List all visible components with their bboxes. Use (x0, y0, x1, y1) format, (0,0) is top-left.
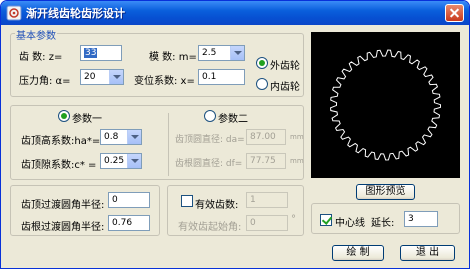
shift-coefficient-label: 变位系数: x= (134, 76, 195, 87)
basic-params-title: 基本参数 (15, 27, 57, 42)
addendum-coefficient-select[interactable]: 0.8 (100, 129, 142, 145)
addendum-coefficient-label: 齿顶高系数:ha*= (21, 136, 101, 147)
root-diameter-unit: mm (290, 157, 304, 165)
gear-design-dialog: 渐开线齿轮齿形设计 基本参数 齿 数: z= 33 模 数: m= 2.5 压力… (0, 0, 470, 269)
chevron-down-icon[interactable] (127, 130, 141, 144)
tip-fillet-label: 齿顶过渡圆角半径: (21, 200, 105, 211)
window-title: 渐开线齿轮齿形设计 (26, 7, 125, 20)
root-diameter-input[interactable]: 77.75 (246, 153, 286, 169)
internal-gear-label: 内齿轮 (270, 82, 300, 93)
tip-diameter-input[interactable]: 87.00 (246, 129, 286, 145)
tip-diameter-unit: mm (290, 133, 304, 141)
close-icon[interactable] (445, 4, 464, 22)
param-divider (168, 113, 169, 176)
param2-radio[interactable] (204, 110, 216, 122)
start-angle-label: 有效齿起始角: (178, 222, 242, 233)
clearance-coefficient-select[interactable]: 0.25 (100, 153, 142, 169)
param2-label: 参数二 (218, 114, 248, 125)
draw-button[interactable]: 绘 制 (332, 245, 384, 261)
gear-outline (330, 49, 442, 161)
exit-button[interactable]: 退 出 (400, 245, 455, 261)
app-icon (6, 5, 22, 21)
shift-coefficient-input[interactable]: 0.1 (198, 69, 245, 85)
tip-diameter-label: 齿顶圆直径: da= (175, 135, 245, 145)
centerline-label: 中心线 (335, 218, 365, 229)
clearance-coefficient-label: 齿顶隙系数:c* = (21, 160, 97, 171)
external-gear-label: 外齿轮 (270, 61, 300, 72)
centerline-checkbox[interactable] (320, 214, 332, 226)
chevron-down-icon[interactable] (127, 154, 141, 168)
module-label: 模 数: m= (149, 52, 197, 63)
param1-radio[interactable] (58, 110, 70, 122)
root-diameter-label: 齿根圆直径: df= (175, 159, 243, 169)
chevron-down-icon[interactable] (109, 70, 123, 84)
gear-profile-drawing (330, 49, 442, 161)
title-bar[interactable]: 渐开线齿轮齿形设计 (1, 1, 469, 25)
pressure-angle-select[interactable]: 20 (80, 69, 124, 85)
param1-label: 参数一 (72, 114, 102, 125)
teeth-count-label: 齿 数: z= (19, 52, 63, 63)
effective-teeth-label: 有效齿数: (195, 200, 239, 211)
extend-input[interactable]: 3 (404, 211, 438, 227)
root-fillet-label: 齿根过渡圆角半径: (21, 222, 105, 233)
start-angle-input[interactable]: 0 (246, 215, 288, 231)
pressure-angle-label: 压力角: α= (19, 76, 71, 87)
chevron-down-icon[interactable] (230, 46, 244, 60)
internal-gear-radio[interactable] (256, 78, 268, 90)
teeth-count-input[interactable]: 33 (80, 45, 122, 61)
external-gear-radio[interactable] (256, 57, 268, 69)
gear-preview-canvas (311, 32, 460, 178)
preview-button[interactable]: 图形预览 (356, 184, 415, 200)
tip-fillet-input[interactable]: 0 (108, 192, 150, 208)
root-fillet-input[interactable]: 0.76 (108, 215, 150, 231)
extend-label: 延长: (371, 218, 395, 229)
module-select[interactable]: 2.5 (198, 45, 245, 61)
start-angle-unit: ° (291, 214, 296, 225)
effective-teeth-checkbox[interactable] (181, 195, 193, 207)
effective-teeth-input[interactable]: 1 (246, 192, 288, 208)
